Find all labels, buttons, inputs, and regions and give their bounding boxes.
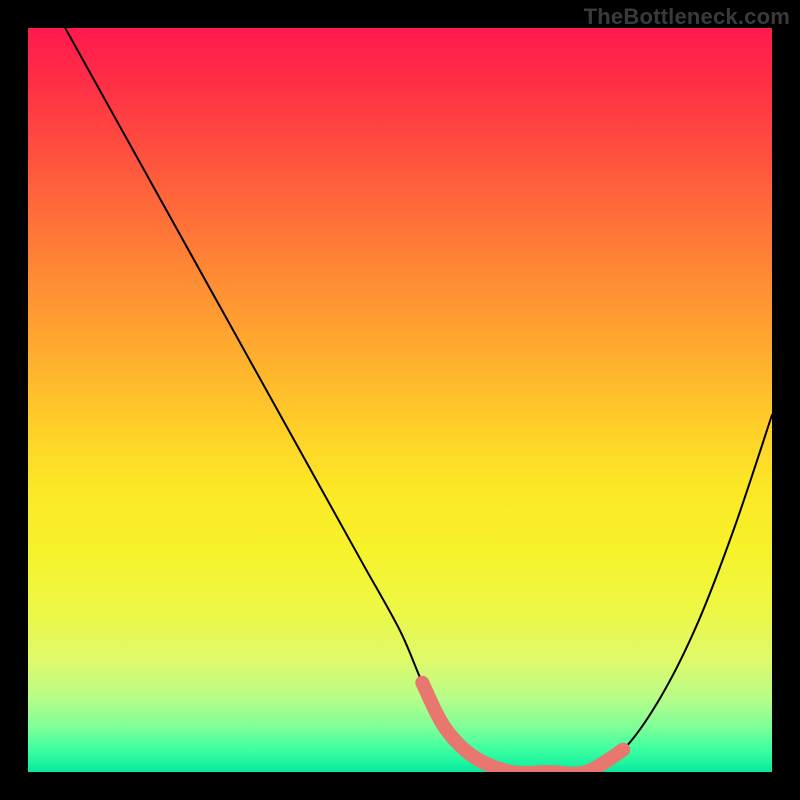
chart-frame: TheBottleneck.com — [0, 0, 800, 800]
curve-layer — [28, 28, 772, 772]
bottleneck-curve-path — [65, 28, 772, 772]
plot-area — [28, 28, 772, 772]
bottleneck-highlight-path — [422, 683, 623, 772]
watermark-text: TheBottleneck.com — [584, 4, 790, 30]
